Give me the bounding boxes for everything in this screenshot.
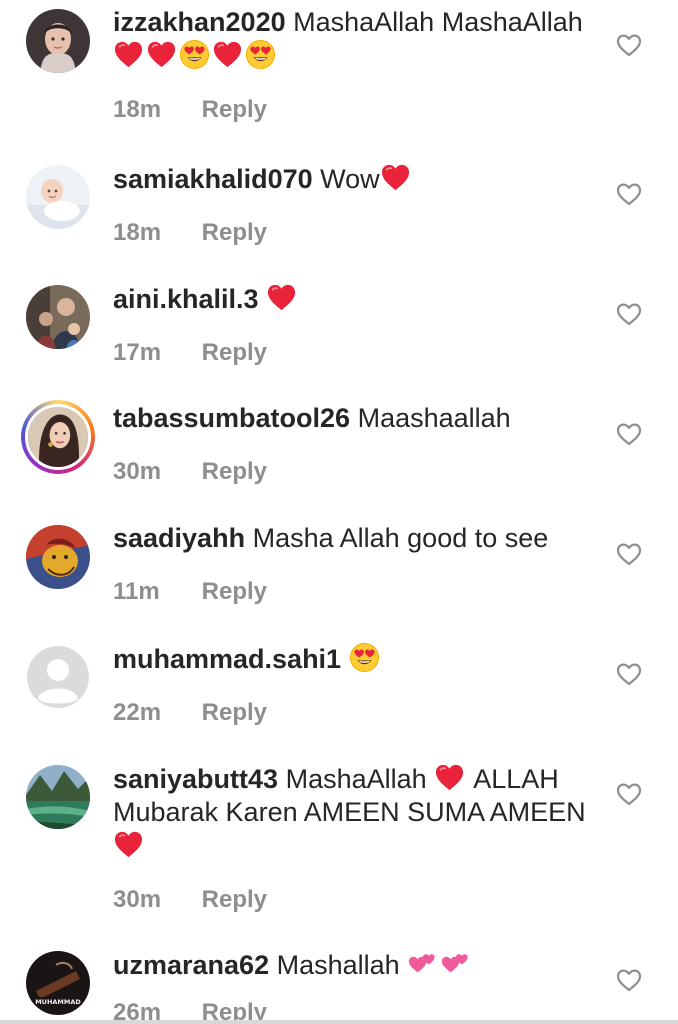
comment-username[interactable]: saniyabutt43 [113, 764, 278, 794]
reply-button[interactable]: Reply [202, 458, 267, 485]
red-heart-emoji-icon [146, 39, 177, 70]
heart-outline-icon [616, 542, 642, 566]
reply-button[interactable]: Reply [202, 339, 267, 366]
comment-username[interactable]: muhammad.sahi1 [113, 644, 341, 674]
avatar-badge-text: MUHAMMAD [35, 998, 81, 1006]
avatar[interactable] [26, 765, 90, 829]
comment-meta: 30m Reply [113, 455, 603, 488]
comment-text: Masha Allah good to see [252, 523, 549, 553]
comment-timestamp: 30m [113, 458, 162, 485]
avatar[interactable] [26, 525, 90, 589]
comment-timestamp: 30m [113, 886, 162, 913]
reply-button[interactable]: Reply [202, 96, 267, 123]
comment-meta: 11m Reply [113, 575, 603, 608]
comment-username[interactable]: tabassumbatool26 [113, 403, 350, 433]
comment-meta: 30m Reply [113, 883, 603, 916]
avatar-image: MUHAMMAD [26, 951, 90, 1015]
heart-outline-icon [616, 662, 642, 686]
comment-timestamp: 11m [113, 578, 160, 605]
comment-meta: 17m Reply [113, 336, 603, 369]
two-hearts-emoji-icon [407, 948, 438, 979]
comment-username[interactable]: saadiyahh [113, 523, 245, 553]
avatar-image [28, 407, 88, 467]
heart-outline-icon [616, 968, 642, 992]
comment-username[interactable]: izzakhan2020 [113, 7, 286, 37]
heart-eyes-emoji-icon [349, 642, 380, 673]
red-heart-emoji-icon [434, 762, 465, 793]
comment-username[interactable]: aini.khalil.3 [113, 284, 259, 314]
bottom-divider [0, 1020, 678, 1024]
avatar[interactable] [26, 165, 90, 229]
avatar-image [26, 285, 90, 349]
heart-outline-icon [616, 782, 642, 806]
red-heart-emoji-icon [212, 39, 243, 70]
avatar[interactable] [26, 285, 90, 349]
avatar-image [26, 9, 90, 73]
default-avatar-icon [27, 646, 89, 708]
avatar-story-ring[interactable] [21, 400, 95, 474]
avatar-image [26, 165, 90, 229]
avatar[interactable] [26, 645, 90, 709]
comment-timestamp: 18m [113, 96, 162, 123]
two-hearts-emoji-icon [440, 948, 471, 979]
comment-text: MashaAllah [285, 764, 427, 794]
red-heart-emoji-icon [380, 162, 411, 193]
avatar[interactable] [26, 9, 90, 73]
comment-text: Mashallah [276, 950, 400, 980]
heart-outline-icon [616, 422, 642, 446]
comments-list: izzakhan2020 MashaAllah MashaAllah 18m R… [0, 0, 678, 1024]
comment-meta: 22m Reply [113, 696, 603, 729]
comment-timestamp: 17m [113, 339, 162, 366]
like-heart-button[interactable] [616, 968, 642, 992]
like-heart-button[interactable] [616, 662, 642, 686]
reply-button[interactable]: Reply [202, 699, 267, 726]
heart-outline-icon [616, 33, 642, 57]
like-heart-button[interactable] [616, 782, 642, 806]
comment-username[interactable]: uzmarana62 [113, 950, 269, 980]
red-heart-emoji-icon [266, 282, 297, 313]
like-heart-button[interactable] [616, 422, 642, 446]
like-heart-button[interactable] [616, 302, 642, 326]
comment-timestamp: 22m [113, 699, 162, 726]
comment-text: Maashaallah [357, 403, 511, 433]
heart-eyes-emoji-icon [245, 39, 276, 70]
comment-username[interactable]: samiakhalid070 [113, 164, 313, 194]
avatar-image [26, 765, 90, 829]
heart-outline-icon [616, 302, 642, 326]
red-heart-emoji-icon [113, 829, 144, 860]
comment-text: MashaAllah MashaAllah [293, 7, 583, 37]
reply-button[interactable]: Reply [202, 219, 267, 246]
comment-timestamp: 18m [113, 219, 162, 246]
heart-eyes-emoji-icon [179, 39, 210, 70]
comment-meta: 18m Reply [113, 93, 603, 126]
reply-button[interactable]: Reply [202, 886, 267, 913]
comment-text: Wow [320, 164, 380, 194]
reply-button[interactable]: Reply [202, 578, 267, 605]
like-heart-button[interactable] [616, 33, 642, 57]
comment-meta: 18m Reply [113, 216, 603, 249]
avatar-image [26, 525, 90, 589]
heart-outline-icon [616, 182, 642, 206]
red-heart-emoji-icon [113, 39, 144, 70]
like-heart-button[interactable] [616, 542, 642, 566]
like-heart-button[interactable] [616, 182, 642, 206]
avatar[interactable]: MUHAMMAD [26, 951, 90, 1015]
